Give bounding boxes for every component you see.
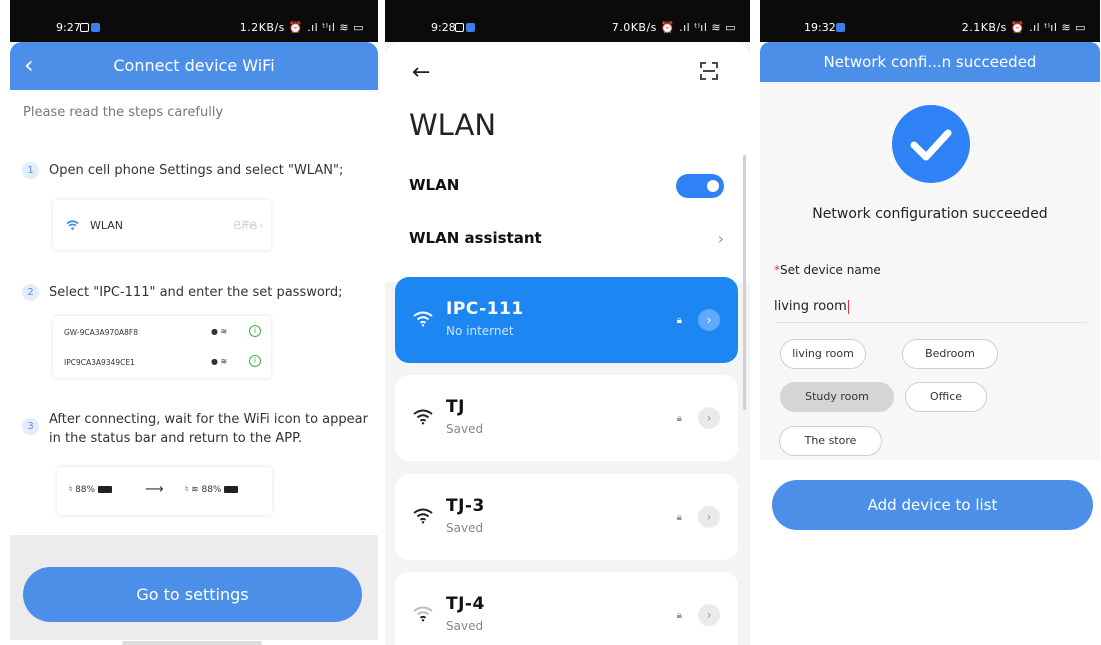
back-arrow-icon[interactable]: ← xyxy=(412,60,430,85)
intro-text: Please read the steps carefully xyxy=(23,105,224,120)
tag-bedroom[interactable]: Bedroom xyxy=(902,339,998,369)
step-text: Select "IPC-111" and enter the set passw… xyxy=(49,285,343,300)
connect-wifi-screen: 9:27 1.2KB/s ⏰ .ıl ᵗˡıl ≋ ▭ ‹ Connect de… xyxy=(10,0,378,645)
network-item-ipc-111[interactable]: IPC-111 No internet 🔒︎ › xyxy=(395,277,738,363)
status-time: 19:32 xyxy=(804,21,836,34)
network-icons: ● ≋ xyxy=(211,327,228,336)
success-message: Network configuration succeeded xyxy=(812,206,1048,222)
wifi-icon xyxy=(413,409,433,425)
page-title: Network confi...n succeeded xyxy=(760,42,1100,82)
wlan-setting-card: WLAN 已开启 › xyxy=(53,200,271,250)
status-bar: 9:28 7.0KB/s ⏰ .ıl ᵗˡıl ≋ ▭ xyxy=(385,0,750,42)
status-app-icons xyxy=(836,20,847,33)
network-status: Saved xyxy=(446,422,484,436)
network-list-card: GW-9CA3A970A8F8 ● ≋ i IPC9CA3A9349CE1 ● … xyxy=(53,316,271,378)
tag-office[interactable]: Office xyxy=(905,382,987,412)
network-status: Saved xyxy=(446,521,484,535)
network-name: TJ-4 xyxy=(446,594,485,614)
step-number: 2 xyxy=(22,284,39,301)
network-name: TJ xyxy=(446,397,465,417)
tag-living-room[interactable]: living room xyxy=(780,339,866,369)
scan-qr-icon[interactable] xyxy=(700,62,718,80)
home-indicator xyxy=(122,641,262,645)
device-name-input[interactable]: living room xyxy=(774,299,1086,323)
scrollbar[interactable] xyxy=(743,155,746,410)
step-2: 2 Select "IPC-111" and enter the set pas… xyxy=(22,283,368,302)
network-status: Saved xyxy=(446,619,484,633)
wifi-icon xyxy=(413,508,433,524)
chevron-right-icon: › xyxy=(717,229,724,248)
info-icon: i xyxy=(249,325,261,337)
status-bar: 19:32 2.1KB/s ⏰ .ıl ᵗˡıl ≋ ▭ xyxy=(760,0,1100,42)
network-item-tj-4[interactable]: TJ-4 Saved 🔒︎ › xyxy=(395,572,738,645)
network-success-screen: 19:32 2.1KB/s ⏰ .ıl ᵗˡıl ≋ ▭ Network con… xyxy=(760,0,1100,645)
page-title: WLAN xyxy=(409,108,497,142)
status-time: 9:27 xyxy=(56,21,81,34)
success-check-icon xyxy=(892,105,970,183)
network-details-button[interactable]: › xyxy=(698,604,720,626)
step-text: After connecting, wait for the WiFi icon… xyxy=(49,412,368,446)
status-indicators: 2.1KB/s ⏰ .ıl ᵗˡıl ≋ ▭ xyxy=(961,21,1086,34)
battery-before: ♮ 88% xyxy=(69,485,112,495)
wifi-icon xyxy=(413,606,433,622)
page-title: Connect device WiFi xyxy=(113,56,275,75)
step-number: 1 xyxy=(22,162,39,179)
step-3: 3 After connecting, wait for the WiFi ic… xyxy=(22,410,368,448)
network-details-button[interactable]: › xyxy=(698,309,720,331)
status-indicators: 1.2KB/s ⏰ .ıl ᵗˡıl ≋ ▭ xyxy=(239,21,364,34)
status-app-icons xyxy=(455,20,477,33)
text-cursor xyxy=(847,299,849,314)
network-name: IPC-111 xyxy=(446,299,524,319)
network-item-tj-3[interactable]: TJ-3 Saved 🔒︎ › xyxy=(395,474,738,560)
device-name-label: *Set device name xyxy=(774,263,881,277)
bottom-area: Go to settings xyxy=(10,535,378,640)
status-bar: 9:27 1.2KB/s ⏰ .ıl ᵗˡıl ≋ ▭ xyxy=(10,0,378,42)
go-to-settings-button[interactable]: Go to settings xyxy=(23,567,362,622)
lock-icon: 🔒︎ xyxy=(676,512,682,523)
wlan-card-hint: 已开启 › xyxy=(233,221,263,230)
tag-study-room[interactable]: Study room xyxy=(780,382,894,412)
status-bar-illustration: ♮ 88% ⟶ ♮ ≋ 88% xyxy=(57,467,272,515)
status-app-icons xyxy=(80,20,102,33)
wlan-toggle[interactable] xyxy=(676,174,724,198)
lock-icon: 🔒︎ xyxy=(676,610,682,621)
step-number: 3 xyxy=(22,418,39,435)
status-indicators: 7.0KB/s ⏰ .ıl ᵗˡıl ≋ ▭ xyxy=(611,21,736,34)
add-device-button[interactable]: Add device to list xyxy=(772,480,1093,530)
info-icon: i xyxy=(249,355,261,367)
wlan-settings-screen: 9:28 7.0KB/s ⏰ .ıl ᵗˡıl ≋ ▭ ← WLAN WLAN … xyxy=(385,0,750,645)
step-text: Open cell phone Settings and select "WLA… xyxy=(49,163,344,178)
battery-after: ♮ ≋ 88% xyxy=(185,485,239,495)
tag-the-store[interactable]: The store xyxy=(779,426,882,456)
network-name: IPC9CA3A9349CE1 xyxy=(64,358,135,367)
wlan-toggle-row[interactable]: WLAN xyxy=(409,174,724,198)
network-name: GW-9CA3A970A8F8 xyxy=(64,328,138,337)
network-details-button[interactable]: › xyxy=(698,506,720,528)
network-icons: ● ≋ xyxy=(211,357,228,366)
wlan-assistant-row[interactable]: WLAN assistant › xyxy=(409,229,724,248)
app-bar: ‹ Connect device WiFi xyxy=(10,42,378,90)
wlan-card-label: WLAN xyxy=(90,219,124,232)
lock-icon: 🔒︎ xyxy=(676,413,682,424)
wlan-label: WLAN xyxy=(409,176,460,194)
status-time: 9:28 xyxy=(431,21,456,34)
network-name: TJ-3 xyxy=(446,496,485,516)
wlan-assistant-label: WLAN assistant xyxy=(409,229,542,247)
network-item-tj[interactable]: TJ Saved 🔒︎ › xyxy=(395,375,738,461)
wifi-icon xyxy=(66,220,79,230)
network-status: No internet xyxy=(446,324,514,338)
wifi-icon xyxy=(413,311,433,327)
lock-icon: 🔒︎ xyxy=(676,315,682,326)
step-1: 1 Open cell phone Settings and select "W… xyxy=(22,161,368,180)
arrow-right-icon: ⟶ xyxy=(145,482,164,497)
wlan-header-panel: ← WLAN WLAN WLAN assistant › xyxy=(385,42,750,282)
network-details-button[interactable]: › xyxy=(698,407,720,429)
